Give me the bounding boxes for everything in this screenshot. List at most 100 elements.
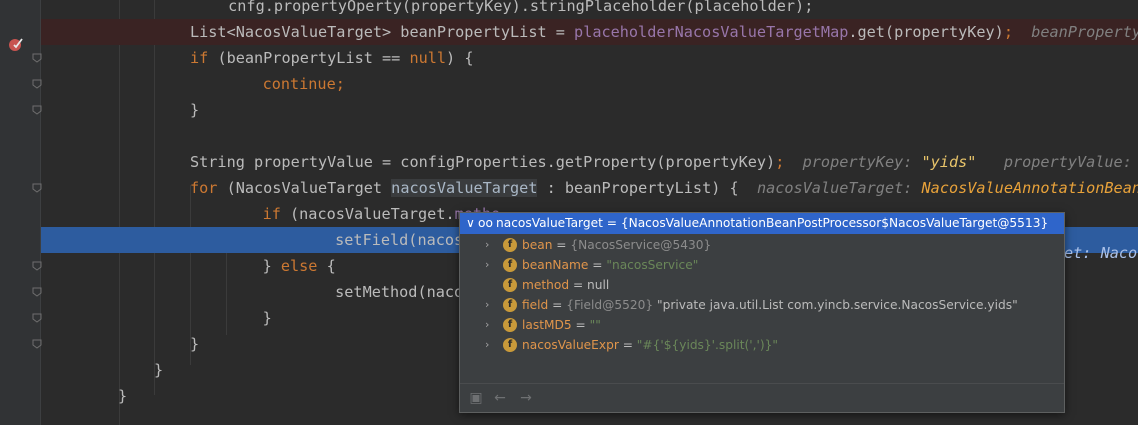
code-token: }: [226, 257, 281, 275]
code-token: "yids": [921, 153, 977, 171]
code-token: (nacosValueTarget.: [290, 205, 455, 223]
code-line[interactable]: [41, 123, 1138, 149]
variable-entry: method = null: [522, 275, 609, 295]
debug-value-popup[interactable]: ∨ oo nacosValueTarget = {NacosValueAnnotat…: [459, 212, 1065, 413]
field-icon: f: [503, 238, 517, 252]
code-token: : beanPropertyList) {: [537, 179, 739, 197]
code-token: {: [326, 257, 336, 275]
variable-value: null: [587, 278, 610, 292]
expand-chevron-icon[interactable]: ›: [485, 295, 495, 315]
expand-chevron-icon[interactable]: ›: [485, 255, 495, 275]
breakpoint-icon[interactable]: [8, 36, 24, 52]
expand-chevron-icon[interactable]: ›: [485, 235, 495, 255]
fold-marker-icon[interactable]: [32, 287, 42, 297]
field-icon: f: [503, 338, 517, 352]
back-arrow-icon[interactable]: ←: [492, 390, 508, 406]
code-token: continue;: [226, 75, 345, 93]
inline-value-hint: et: Nacos: [1064, 244, 1138, 262]
code-text: }: [118, 383, 127, 409]
code-token: else: [280, 257, 327, 275]
code-line[interactable]: List<NacosValueTarget> beanPropertyList …: [41, 19, 1138, 45]
variable-row[interactable]: › f beanName = "nacosService": [460, 255, 1064, 275]
field-icon: f: [503, 278, 517, 292]
variable-value: "": [589, 318, 601, 332]
code-token: beanPropertyL: [1012, 23, 1138, 41]
code-token: propertyKey:: [784, 153, 922, 171]
variable-equals: =: [571, 318, 590, 332]
variable-name: nacosValueExpr: [522, 338, 619, 352]
code-token: (NacosValueTarget: [226, 179, 392, 197]
variable-entry: lastMD5 = "": [522, 315, 601, 335]
variable-ref: {NacosService@5430}: [570, 238, 712, 252]
field-icon: f: [503, 318, 517, 332]
fold-marker-icon[interactable]: [32, 261, 42, 271]
fold-marker-icon[interactable]: [32, 339, 42, 349]
editor-gutter[interactable]: [0, 0, 41, 425]
code-token: ;: [1003, 23, 1013, 41]
copy-icon[interactable]: ▣: [468, 390, 484, 406]
variable-ref: {Field@5520}: [566, 298, 654, 312]
code-token: }: [154, 361, 164, 379]
variable-entry: nacosValueExpr = "#{'${yids}'.split(',')…: [522, 335, 778, 355]
variable-equals: =: [588, 258, 607, 272]
code-text: for (NacosValueTarget nacosValueTarget :…: [190, 175, 1138, 201]
code-text: String propertyValue = configProperties.…: [190, 149, 1132, 175]
variable-row[interactable]: › f lastMD5 = "": [460, 315, 1064, 335]
variable-name: bean: [522, 238, 553, 252]
code-text: continue;: [226, 71, 345, 97]
fold-marker-icon[interactable]: [32, 53, 42, 63]
variable-name: method: [522, 278, 570, 292]
code-token: placeholderNacosValueTargetMap: [574, 23, 849, 41]
watch-glasses-icon: oo: [478, 216, 493, 230]
code-token: }: [118, 387, 128, 405]
code-text: } else {: [226, 253, 336, 279]
variable-equals: =: [552, 238, 571, 252]
code-line[interactable]: continue;: [41, 71, 1138, 97]
variable-entry: beanName = "nacosService": [522, 255, 698, 275]
code-token: String propertyValue = configProperties.…: [190, 153, 776, 171]
code-token: ;: [775, 153, 785, 171]
field-icon: f: [503, 258, 517, 272]
expand-chevron-icon[interactable]: ›: [485, 335, 495, 355]
code-token: }: [226, 309, 272, 327]
code-text: List<NacosValueTarget> beanPropertyList …: [190, 19, 1138, 45]
code-line[interactable]: cnfg.propertyOperty(propertyKey).stringP…: [41, 0, 1138, 19]
expand-chevron-icon[interactable]: ›: [485, 315, 495, 335]
popup-footer: ▣ ← →: [460, 383, 1064, 412]
variable-equals: =: [569, 278, 588, 292]
variable-name: lastMD5: [522, 318, 572, 332]
fold-marker-icon[interactable]: [32, 313, 42, 323]
code-line[interactable]: for (NacosValueTarget nacosValueTarget :…: [41, 175, 1138, 201]
fold-marker-icon[interactable]: [32, 105, 42, 115]
variable-value: "private java.util.List com.yincb.servic…: [653, 298, 1018, 312]
popup-header[interactable]: ∨ oo nacosValueTarget = {NacosValueAnnotat…: [460, 213, 1064, 234]
code-token: }: [190, 335, 200, 353]
variable-row[interactable]: f method = null: [460, 275, 1064, 295]
forward-arrow-icon[interactable]: →: [518, 390, 534, 406]
fold-marker-icon[interactable]: [32, 183, 42, 193]
code-token: (beanPropertyList ==: [217, 49, 410, 67]
variable-value: "nacosService": [606, 258, 699, 272]
variable-equals: =: [618, 338, 637, 352]
variable-entry: field = {Field@5520} "private java.util.…: [522, 295, 1018, 315]
code-token: for: [190, 179, 227, 197]
popup-header-text: nacosValueTarget = {NacosValueAnnotation…: [496, 216, 1049, 230]
variable-row[interactable]: › f field = {Field@5520} "private java.uti…: [460, 295, 1064, 315]
code-line[interactable]: String propertyValue = configProperties.…: [41, 149, 1138, 175]
code-text: }: [226, 305, 272, 331]
variable-row[interactable]: › f bean = {NacosService@5430}: [460, 235, 1064, 255]
code-token: propertyValue:: [976, 153, 1132, 171]
code-token: List<NacosValueTarget> beanPropertyList …: [190, 23, 575, 41]
code-text: if (beanPropertyList == null) {: [190, 45, 473, 71]
code-token: if: [226, 205, 291, 223]
variable-row[interactable]: › f nacosValueExpr = "#{'${yids}'.split(',…: [460, 335, 1064, 355]
field-icon: f: [503, 298, 517, 312]
code-line[interactable]: }: [41, 97, 1138, 123]
variable-equals: =: [548, 298, 567, 312]
code-token: nacosValueTarget: [391, 179, 538, 197]
fold-marker-icon[interactable]: [32, 79, 42, 89]
code-text: }: [190, 331, 199, 357]
code-line[interactable]: if (beanPropertyList == null) {: [41, 45, 1138, 71]
code-token: ) {: [446, 49, 474, 67]
collapse-arrow-icon[interactable]: ∨: [466, 213, 478, 234]
